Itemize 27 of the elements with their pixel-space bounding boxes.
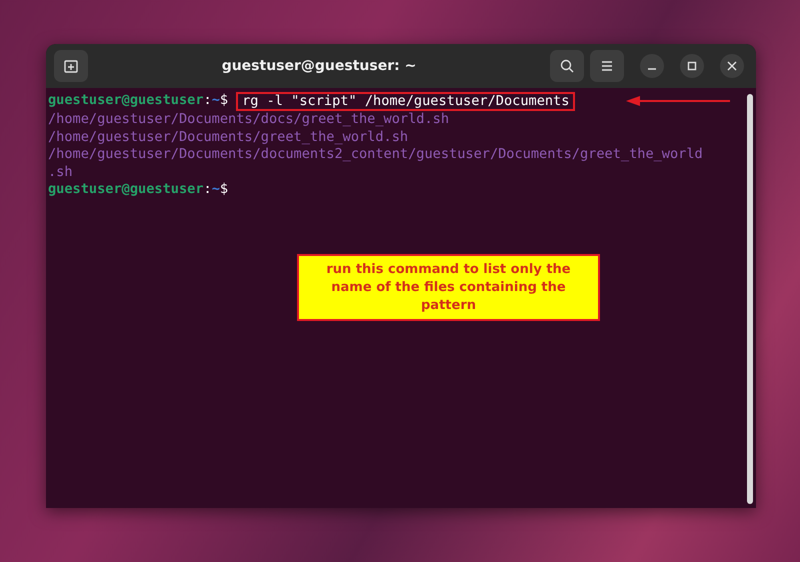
output-line: /home/guestuser/Documents/greet_the_world.sh: [48, 128, 408, 146]
prompt-separator: :: [204, 92, 212, 110]
prompt-symbol: $: [220, 92, 228, 110]
prompt-user-host: guestuser@guestuser: [48, 181, 204, 199]
maximize-icon: [687, 61, 697, 71]
new-tab-button[interactable]: [54, 50, 88, 82]
menu-button[interactable]: [590, 50, 624, 82]
prompt-path: ~: [212, 92, 220, 110]
close-button[interactable]: [720, 54, 744, 78]
new-tab-icon: [63, 58, 79, 74]
output-line: /home/guestuser/Documents/docs/greet_the_world.sh: [48, 111, 450, 129]
maximize-button[interactable]: [680, 54, 704, 78]
search-button[interactable]: [550, 50, 584, 82]
minimize-icon: [647, 68, 657, 70]
window-title: guestuser@guestuser: ~: [220, 58, 418, 74]
output-line: /home/guestuser/Documents/documents2_content/guestuser/Documents/greet_the_world: [48, 146, 703, 164]
prompt-path: ~: [212, 181, 220, 199]
output-line: .sh: [48, 164, 73, 182]
highlighted-command: rg -l "script" /home/guestuser/Documents: [236, 92, 576, 111]
prompt-separator: :: [204, 181, 212, 199]
prompt-symbol: $: [220, 181, 228, 199]
search-icon: [559, 58, 575, 74]
minimize-button[interactable]: [640, 54, 664, 78]
close-icon: [727, 61, 737, 71]
prompt-user-host: guestuser@guestuser: [48, 92, 204, 110]
scrollbar[interactable]: [747, 94, 753, 504]
callout-note: run this command to list only the name of the files containing the pattern: [297, 254, 600, 321]
